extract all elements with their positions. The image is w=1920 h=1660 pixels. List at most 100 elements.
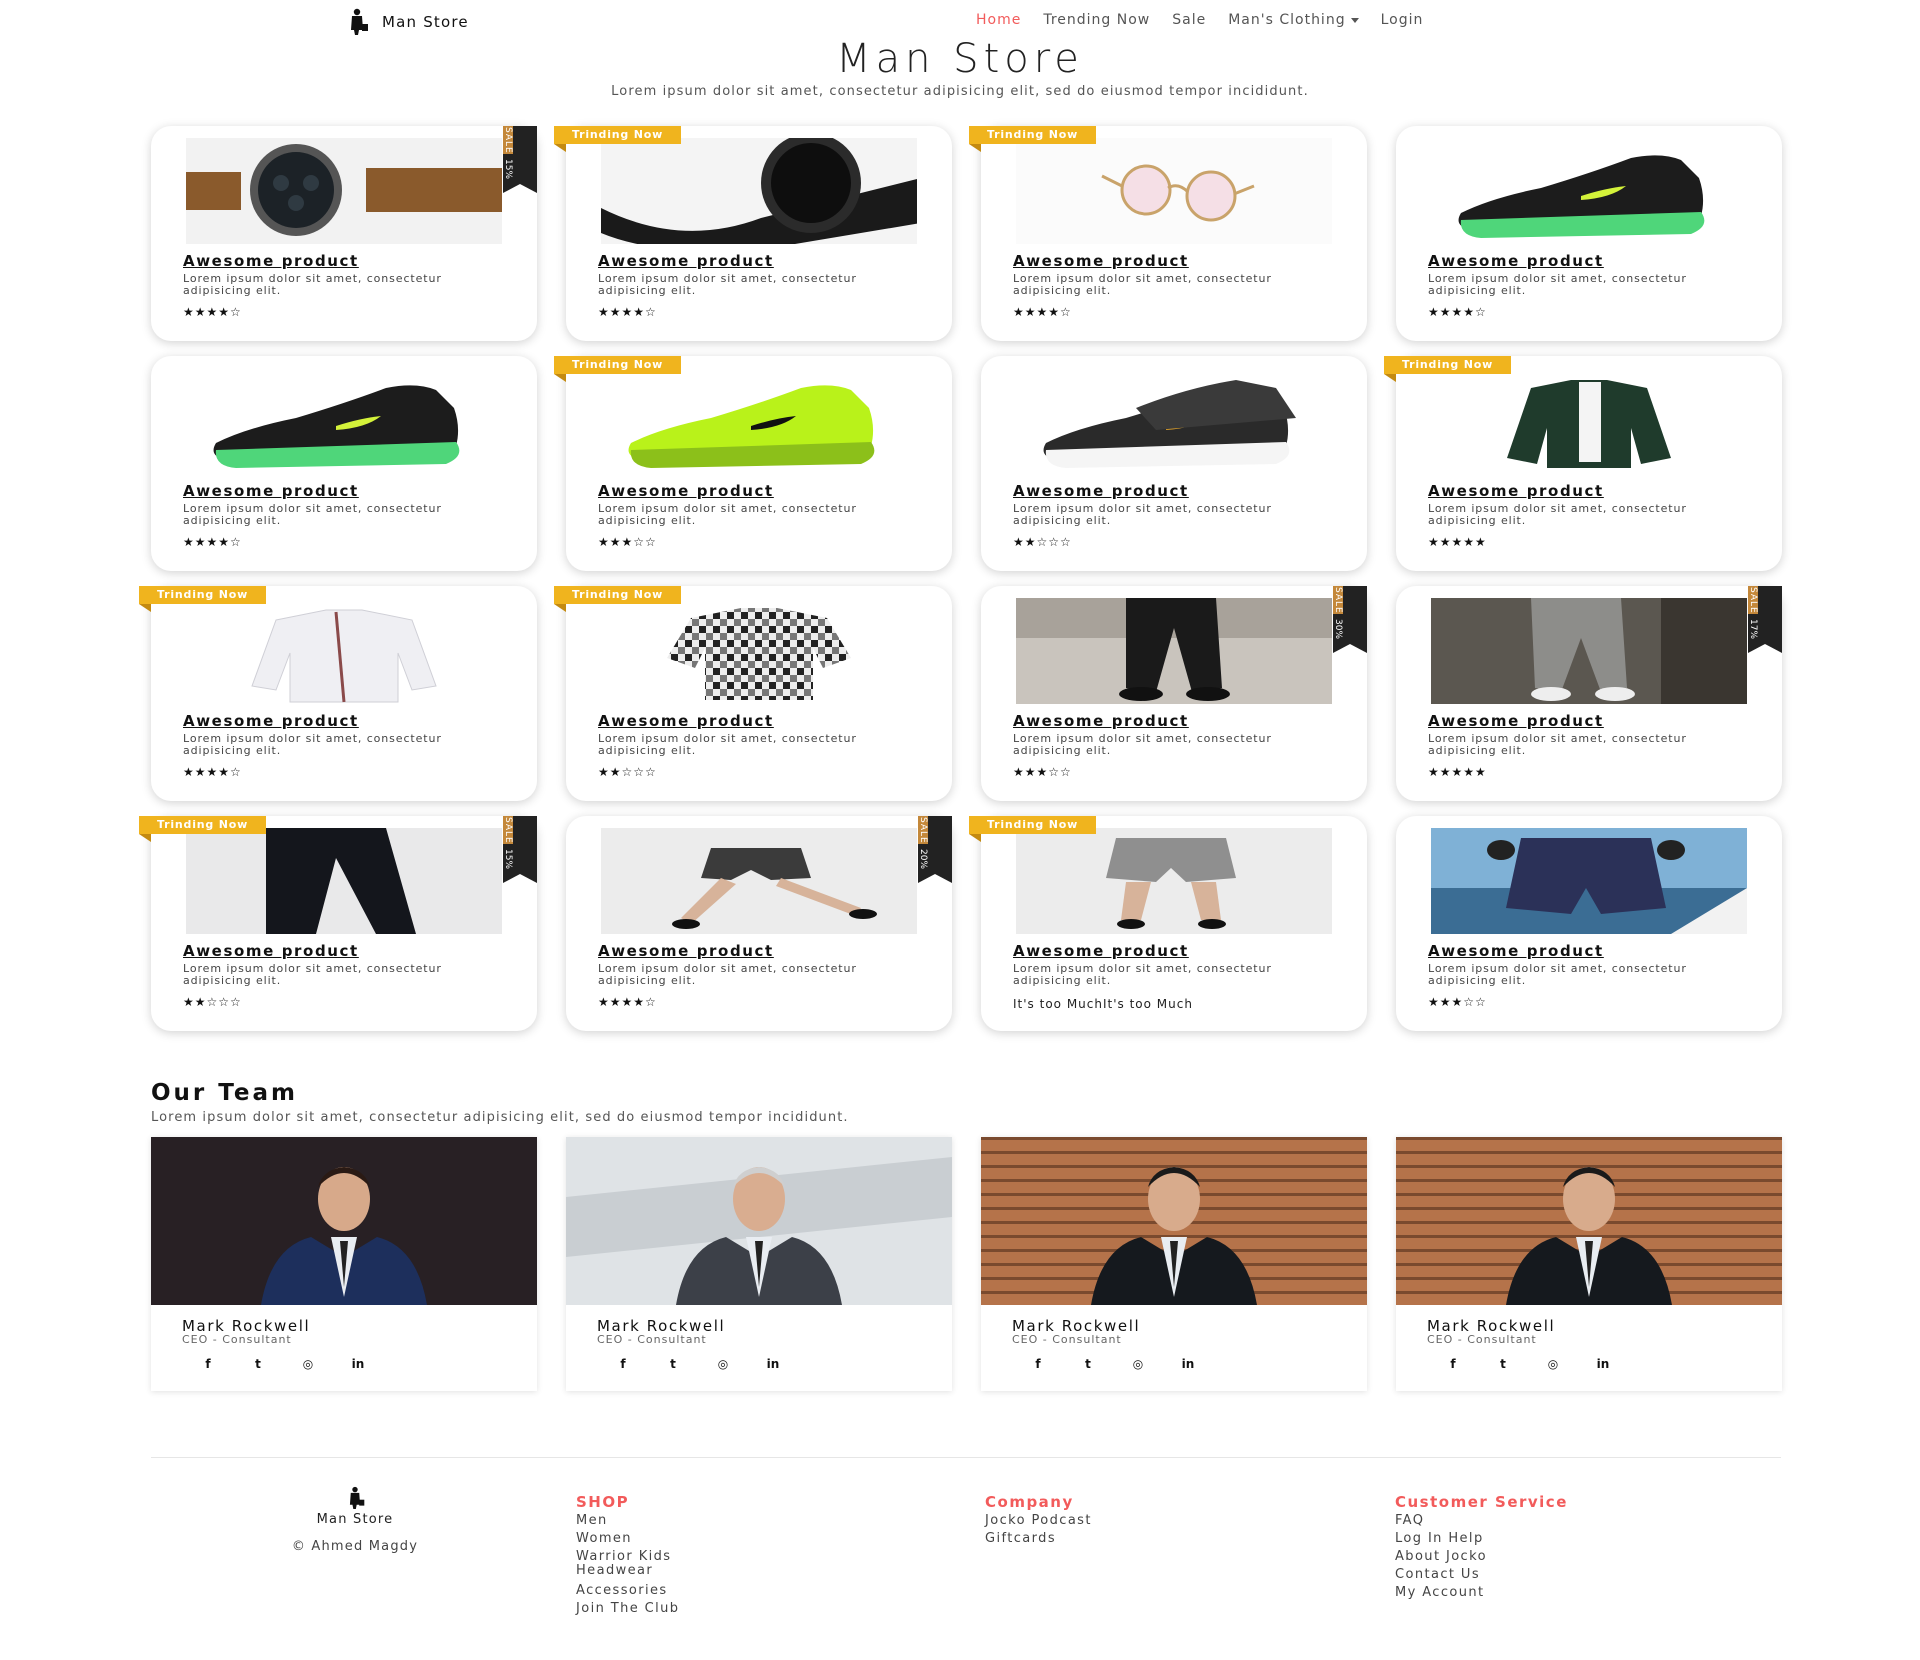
product-image[interactable] [1431,368,1747,474]
footer-link-faq[interactable]: FAQ [1395,1512,1568,1530]
product-image[interactable] [186,828,502,934]
nav-sale[interactable]: Sale [1172,12,1206,28]
facebook-icon[interactable]: f [612,1355,634,1373]
product-image[interactable] [1016,368,1332,474]
footer-col-shop: SHOP Men Women Warrior Kids Headwear Acc… [576,1493,679,1618]
product-card[interactable]: Awesome product Lorem ipsum dolor sit am… [981,356,1367,571]
product-image[interactable] [1431,598,1747,704]
product-image[interactable] [1431,138,1747,244]
twitter-icon[interactable]: t [247,1355,269,1373]
instagram-icon[interactable]: ◎ [297,1355,319,1373]
product-description: Lorem ipsum dolor sit amet, consectetur … [1013,502,1272,527]
trending-ribbon: Trinding Now [139,586,267,612]
product-grid: Awesome product Lorem ipsum dolor sit am… [139,126,1782,1031]
product-image[interactable] [186,598,502,704]
sale-label: SALE [503,126,513,154]
footer-link-headwear[interactable]: Headwear [576,1564,679,1578]
nav-mans-clothing-dropdown[interactable]: Man's Clothing [1228,12,1359,28]
nav-trending-now[interactable]: Trending Now [1043,12,1150,28]
product-image[interactable] [601,598,917,704]
product-title-link[interactable]: Awesome product [1013,252,1189,270]
product-image[interactable] [601,828,917,934]
instagram-icon[interactable]: ◎ [1127,1355,1149,1373]
product-card[interactable]: Awesome product Lorem ipsum dolor sit am… [1396,126,1782,341]
product-description: Lorem ipsum dolor sit amet, consectetur … [183,502,442,527]
product-card[interactable]: Awesome product Lorem ipsum dolor sit am… [969,816,1367,1031]
product-card[interactable]: Awesome product Lorem ipsum dolor sit am… [554,586,952,801]
linkedin-icon[interactable]: in [1177,1355,1199,1373]
product-image[interactable] [1431,828,1747,934]
twitter-icon[interactable]: t [1492,1355,1514,1373]
product-image[interactable] [186,138,502,244]
product-card[interactable]: Awesome product Lorem ipsum dolor sit am… [151,356,537,571]
product-image[interactable] [1016,598,1332,704]
footer-link-join-the-club[interactable]: Join The Club [576,1600,679,1618]
facebook-icon[interactable]: f [1027,1355,1049,1373]
instagram-icon[interactable]: ◎ [712,1355,734,1373]
product-image[interactable] [1016,828,1332,934]
product-card[interactable]: Awesome product Lorem ipsum dolor sit am… [566,816,952,1031]
product-card[interactable]: Awesome product Lorem ipsum dolor sit am… [139,816,537,1031]
product-card[interactable]: Awesome product Lorem ipsum dolor sit am… [151,126,537,341]
footer-link-contact-us[interactable]: Contact Us [1395,1566,1568,1584]
footer-copyright: © Ahmed Magdy [291,1539,419,1554]
product-description: Lorem ipsum dolor sit amet, consectetur … [1428,272,1687,297]
footer-link-warrior-kids[interactable]: Warrior Kids [576,1550,679,1564]
member-role: CEO - Consultant [1427,1333,1537,1346]
product-card[interactable]: Awesome product Lorem ipsum dolor sit am… [1396,816,1782,1031]
footer-link-my-account[interactable]: My Account [1395,1584,1568,1602]
footer-heading: Customer Service [1395,1493,1568,1511]
facebook-icon[interactable]: f [197,1355,219,1373]
product-image[interactable] [601,368,917,474]
product-title-link[interactable]: Awesome product [598,712,774,730]
twitter-icon[interactable]: t [1077,1355,1099,1373]
product-title-link[interactable]: Awesome product [1013,482,1189,500]
linkedin-icon[interactable]: in [1592,1355,1614,1373]
footer-link-jocko-podcast[interactable]: Jocko Podcast [985,1512,1092,1530]
product-card[interactable]: Awesome product Lorem ipsum dolor sit am… [1396,586,1782,801]
footer-link-log-in-help[interactable]: Log In Help [1395,1530,1568,1548]
rating-stars: ★★★★☆ [598,305,657,319]
product-title-link[interactable]: Awesome product [1428,942,1604,960]
product-title-link[interactable]: Awesome product [598,252,774,270]
product-title-link[interactable]: Awesome product [598,942,774,960]
product-card[interactable]: Awesome product Lorem ipsum dolor sit am… [554,126,952,341]
product-title-link[interactable]: Awesome product [1013,712,1189,730]
product-title-link[interactable]: Awesome product [598,482,774,500]
product-title-link[interactable]: Awesome product [183,942,359,960]
linkedin-icon[interactable]: in [347,1355,369,1373]
page-title: Man Store [836,36,1084,82]
product-image[interactable] [601,138,917,244]
product-card[interactable]: Awesome product Lorem ipsum dolor sit am… [969,126,1367,341]
instagram-icon[interactable]: ◎ [1542,1355,1564,1373]
facebook-icon[interactable]: f [1442,1355,1464,1373]
nav-home[interactable]: Home [976,12,1021,28]
footer-link-men[interactable]: Men [576,1512,679,1530]
product-card[interactable]: Awesome product Lorem ipsum dolor sit am… [981,586,1367,801]
footer-link-women[interactable]: Women [576,1530,679,1548]
product-title-link[interactable]: Awesome product [1013,942,1189,960]
linkedin-icon[interactable]: in [762,1355,784,1373]
nav-login[interactable]: Login [1381,12,1424,28]
product-image[interactable] [186,368,502,474]
product-card[interactable]: Awesome product Lorem ipsum dolor sit am… [554,356,952,571]
product-title-link[interactable]: Awesome product [1428,712,1604,730]
footer-link-about-jocko[interactable]: About Jocko [1395,1548,1568,1566]
product-card[interactable]: Awesome product Lorem ipsum dolor sit am… [139,586,537,801]
product-title-link[interactable]: Awesome product [183,252,359,270]
product-title-link[interactable]: Awesome product [1428,482,1604,500]
product-title-link[interactable]: Awesome product [183,712,359,730]
product-card[interactable]: Awesome product Lorem ipsum dolor sit am… [1384,356,1782,571]
footer-link-giftcards[interactable]: Giftcards [985,1530,1092,1548]
product-image[interactable] [1016,138,1332,244]
chevron-down-icon [1350,17,1359,23]
sale-percent: 20% [918,848,928,869]
product-title-link[interactable]: Awesome product [1428,252,1604,270]
brand[interactable]: Man Store [344,8,469,36]
twitter-icon[interactable]: t [662,1355,684,1373]
product-title-link[interactable]: Awesome product [183,482,359,500]
page-subtitle: Lorem ipsum dolor sit amet, consectetur … [611,84,1309,99]
footer-link-accessories[interactable]: Accessories [576,1582,679,1600]
team-member-card: Mark Rockwell CEO - Consultant f t ◎ in [1396,1137,1782,1391]
footer-heading: SHOP [576,1493,630,1511]
